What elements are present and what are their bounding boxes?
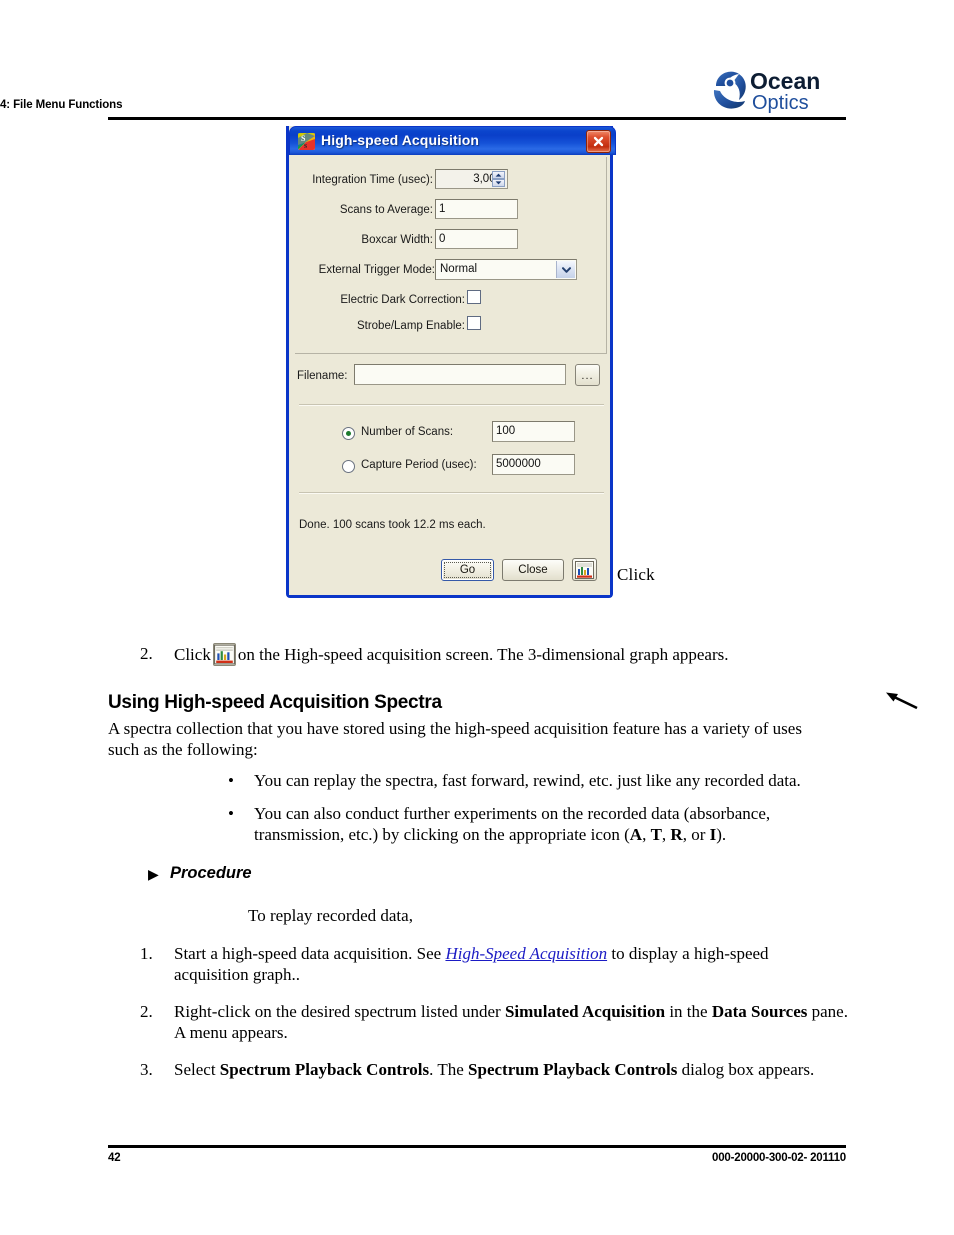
list-item-text: You can replay the spectra, fast forward… [254, 771, 801, 790]
document-id: 000-20000-300-02- 201110 [712, 1152, 846, 1164]
external-trigger-mode-select[interactable]: Normal [435, 259, 577, 280]
step-text-after: on the High-speed acquisition screen. Th… [237, 645, 729, 664]
filename-label: Filename: [297, 370, 348, 382]
section-header-title: 4: File Menu Functions [0, 99, 123, 111]
spectrasuite-app-icon: S s [298, 133, 315, 150]
capture-period-input[interactable]: 5000000 [492, 454, 575, 475]
footer-divider [108, 1145, 846, 1148]
field-row-scans-to-average: Scans to Average: 1 [295, 199, 607, 223]
step-text-part2: . The [429, 1060, 469, 1079]
3d-graph-icon[interactable] [572, 558, 597, 581]
divider-top [299, 404, 604, 405]
step-text-part1: Right-click on the desired spectrum list… [174, 1002, 505, 1021]
step-text-bold1: Spectrum Playback Controls [219, 1060, 430, 1079]
step-text-part2: in the [665, 1002, 712, 1021]
click-callout-arrow [870, 678, 954, 724]
field-row-external-trigger-mode: External Trigger Mode: Normal [295, 259, 607, 283]
procedure-arrow-icon: ▶ [148, 868, 159, 883]
step-marker: 1. [140, 944, 153, 963]
field-row-electric-dark-correction: Electric Dark Correction: [295, 290, 607, 314]
field-row-strobe-lamp-enable: Strobe/Lamp Enable: [295, 316, 607, 340]
external-trigger-mode-value: Normal [440, 263, 478, 275]
header-divider [108, 117, 846, 120]
step-text-bold1: Simulated Acquisition [504, 1002, 666, 1021]
high-speed-acquisition-link[interactable]: High-Speed Acquisition [445, 944, 607, 963]
acquisition-settings-panel: Integration Time (usec): 3,000 Scans to … [295, 157, 607, 354]
bullet-icon: • [228, 771, 234, 790]
step-marker: 3. [140, 1060, 153, 1079]
close-icon[interactable] [586, 130, 611, 153]
focus-ring [444, 562, 491, 578]
chevron-down-icon[interactable] [556, 261, 575, 278]
step-text: Right-click on the desired spectrum list… [174, 1001, 854, 1043]
page-number: 42 [108, 1152, 121, 1164]
integration-time-spinner[interactable] [492, 171, 505, 187]
dialog-window: S s High-speed Acquisition Integration T… [286, 126, 616, 598]
external-trigger-mode-label: External Trigger Mode: [318, 264, 435, 276]
step-text-part1: Select [174, 1060, 220, 1079]
step-text-part3: dialog box appears. [677, 1060, 815, 1079]
electric-dark-correction-checkbox[interactable] [467, 290, 481, 304]
procedure-heading: Procedure [170, 864, 252, 882]
boxcar-width-input[interactable]: 0 [435, 229, 518, 249]
scans-to-average-input[interactable]: 1 [435, 199, 518, 219]
spinner-up-icon[interactable] [492, 171, 505, 179]
step-text-before: Click [174, 645, 211, 664]
capture-period-radio[interactable] [342, 460, 355, 473]
number-of-scans-radio[interactable] [342, 427, 355, 440]
dialog-title: High-speed Acquisition [321, 132, 480, 148]
close-button-label: Close [518, 564, 548, 576]
field-row-boxcar-width: Boxcar Width: 0 [295, 229, 607, 253]
spinner-down-icon[interactable] [492, 179, 505, 187]
electric-dark-correction-label: Electric Dark Correction: [340, 294, 465, 306]
step-text: Start a high-speed data acquisition. See… [174, 943, 840, 985]
go-button[interactable]: Go [441, 559, 494, 581]
field-row-integration-time: Integration Time (usec): 3,000 [295, 169, 607, 193]
high-speed-acquisition-dialog-screenshot: S s High-speed Acquisition Integration T… [286, 126, 918, 710]
procedure-intro: To replay recorded data, [248, 906, 413, 925]
intro-paragraph: A spectra collection that you have store… [108, 719, 802, 759]
click-callout-label: Click [617, 565, 655, 584]
ocean-optics-logo: Ocean Optics [708, 66, 846, 116]
document-page: Ocean Optics 4: File Menu Functions S s … [0, 0, 954, 1235]
svg-text:s: s [304, 141, 307, 150]
svg-text:Optics: Optics [752, 92, 809, 114]
number-of-scans-label: Number of Scans: [361, 426, 454, 438]
strobe-lamp-enable-checkbox[interactable] [467, 316, 481, 330]
page-header: Ocean Optics [108, 62, 846, 120]
page-title: Using High-speed Acquisition Spectra [108, 692, 442, 713]
strobe-lamp-enable-label: Strobe/Lamp Enable: [356, 320, 465, 332]
step-text: Select Spectrum Playback Controls. The S… [174, 1059, 864, 1080]
step-text: Click on the High-speed acquisition scre… [174, 643, 729, 666]
boxcar-width-label: Boxcar Width: [361, 234, 433, 246]
close-button[interactable]: Close [502, 559, 564, 581]
number-of-scans-input[interactable]: 100 [492, 421, 575, 442]
step-text-bold2: Data Sources [711, 1002, 808, 1021]
svg-text:Ocean: Ocean [750, 68, 820, 94]
step-text-part1: Start a high-speed data acquisition. See [174, 944, 446, 963]
divider-bottom [299, 492, 604, 493]
browse-button[interactable]: ... [575, 364, 600, 386]
integration-time-label: Integration Time (usec): [312, 174, 433, 186]
dialog-titlebar: S s High-speed Acquisition [289, 126, 616, 155]
step-text-bold2: Spectrum Playback Controls [468, 1060, 678, 1079]
list-item-text: You can also conduct further experiments… [254, 804, 771, 844]
step-marker: 2. [140, 1002, 153, 1021]
scans-to-average-label: Scans to Average: [339, 204, 433, 216]
status-message: Done. 100 scans took 12.2 ms each. [299, 519, 486, 531]
bullet-icon: • [228, 804, 234, 823]
3d-graph-icon [212, 643, 236, 666]
capture-period-label: Capture Period (usec): [361, 459, 477, 471]
filename-input[interactable] [354, 364, 566, 385]
step-marker: 2. [140, 644, 153, 663]
dialog-body: Integration Time (usec): 3,000 Scans to … [289, 155, 610, 595]
